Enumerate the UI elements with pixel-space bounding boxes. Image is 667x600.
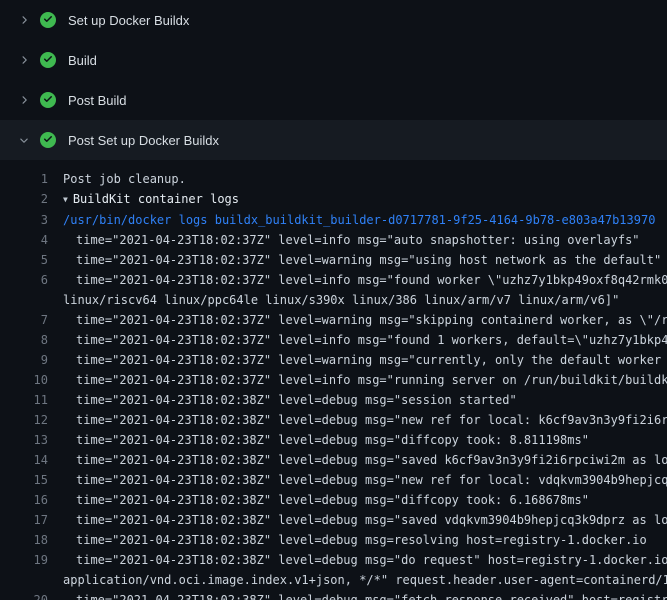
check-circle-icon <box>40 52 56 68</box>
log-text: application/vnd.oci.image.index.v1+json,… <box>48 570 667 590</box>
log-line[interactable]: 4 time="2021-04-23T18:02:37Z" level=info… <box>0 230 667 250</box>
line-number[interactable]: 1 <box>0 169 48 189</box>
log-line[interactable]: 3 /usr/bin/docker logs buildx_buildkit_b… <box>0 210 667 230</box>
check-circle-icon <box>40 132 56 148</box>
line-number[interactable]: 19 <box>0 550 48 570</box>
line-number[interactable]: 16 <box>0 490 48 510</box>
log-text: time="2021-04-23T18:02:38Z" level=debug … <box>48 410 667 430</box>
line-number[interactable]: 5 <box>0 250 48 270</box>
log-text: time="2021-04-23T18:02:37Z" level=warnin… <box>48 250 661 270</box>
step-section-label: Post Set up Docker Buildx <box>68 133 219 148</box>
chevron-icon[interactable] <box>16 52 32 68</box>
check-circle-icon <box>40 92 56 108</box>
step-section-label: Set up Docker Buildx <box>68 13 189 28</box>
log-text: time="2021-04-23T18:02:37Z" level=info m… <box>48 270 667 290</box>
log-text: time="2021-04-23T18:02:37Z" level=info m… <box>48 330 667 350</box>
log-line[interactable]: 13 time="2021-04-23T18:02:38Z" level=deb… <box>0 430 667 450</box>
log-line[interactable]: 11 time="2021-04-23T18:02:38Z" level=deb… <box>0 390 667 410</box>
log-line[interactable]: linux/riscv64 linux/ppc64le linux/s390x … <box>0 290 667 310</box>
log-line[interactable]: 8 time="2021-04-23T18:02:37Z" level=info… <box>0 330 667 350</box>
log-text: time="2021-04-23T18:02:38Z" level=debug … <box>48 470 667 490</box>
line-number[interactable]: 7 <box>0 310 48 330</box>
step-section-header-1[interactable]: Set up Docker Buildx <box>0 0 667 40</box>
actions-log-viewer: Set up Docker Buildx Build P <box>0 0 667 600</box>
log-line[interactable]: 7 time="2021-04-23T18:02:37Z" level=warn… <box>0 310 667 330</box>
log-area: 1 Post job cleanup. 2 ▼BuildKit containe… <box>0 160 667 600</box>
chevron-icon[interactable] <box>16 132 32 148</box>
log-line[interactable]: 18 time="2021-04-23T18:02:38Z" level=deb… <box>0 530 667 550</box>
line-number[interactable]: 6 <box>0 270 48 290</box>
log-text: time="2021-04-23T18:02:38Z" level=debug … <box>48 430 589 450</box>
step-section-header-3[interactable]: Post Build <box>0 80 667 120</box>
log-line[interactable]: 10 time="2021-04-23T18:02:37Z" level=inf… <box>0 370 667 390</box>
line-number[interactable]: 4 <box>0 230 48 250</box>
chevron-icon[interactable] <box>16 92 32 108</box>
step-section-label: Build <box>68 53 97 68</box>
line-number[interactable]: 10 <box>0 370 48 390</box>
line-number[interactable]: 15 <box>0 470 48 490</box>
line-number[interactable]: 12 <box>0 410 48 430</box>
line-number[interactable]: 8 <box>0 330 48 350</box>
log-text: time="2021-04-23T18:02:38Z" level=debug … <box>48 450 667 470</box>
step-section-header-2[interactable]: Build <box>0 40 667 80</box>
log-text: Post job cleanup. <box>48 169 186 189</box>
log-text: time="2021-04-23T18:02:37Z" level=warnin… <box>48 310 667 330</box>
log-line[interactable]: 20 time="2021-04-23T18:02:38Z" level=deb… <box>0 590 667 600</box>
log-text: /usr/bin/docker logs buildx_buildkit_bui… <box>48 210 655 230</box>
line-number[interactable]: 3 <box>0 210 48 230</box>
log-text: time="2021-04-23T18:02:38Z" level=debug … <box>48 590 667 600</box>
log-text: time="2021-04-23T18:02:38Z" level=debug … <box>48 550 667 570</box>
steps-list: Set up Docker Buildx Build P <box>0 0 667 160</box>
log-line[interactable]: 14 time="2021-04-23T18:02:38Z" level=deb… <box>0 450 667 470</box>
log-text: time="2021-04-23T18:02:37Z" level=warnin… <box>48 350 667 370</box>
log-line[interactable]: 1 Post job cleanup. <box>0 169 667 189</box>
log-text: time="2021-04-23T18:02:38Z" level=debug … <box>48 530 647 550</box>
log-text: time="2021-04-23T18:02:38Z" level=debug … <box>48 510 667 530</box>
log-line[interactable]: 19 time="2021-04-23T18:02:38Z" level=deb… <box>0 550 667 570</box>
log-text: ▼BuildKit container logs <box>48 189 239 210</box>
group-toggle-icon[interactable]: ▼ <box>63 195 68 204</box>
chevron-icon[interactable] <box>16 12 32 28</box>
line-number[interactable]: 11 <box>0 390 48 410</box>
log-line[interactable]: 17 time="2021-04-23T18:02:38Z" level=deb… <box>0 510 667 530</box>
line-number[interactable]: 13 <box>0 430 48 450</box>
check-circle-icon <box>40 12 56 28</box>
log-text: linux/riscv64 linux/ppc64le linux/s390x … <box>48 290 619 310</box>
log-line[interactable]: 9 time="2021-04-23T18:02:37Z" level=warn… <box>0 350 667 370</box>
log-line[interactable]: 2 ▼BuildKit container logs <box>0 189 667 210</box>
log-line[interactable]: 12 time="2021-04-23T18:02:38Z" level=deb… <box>0 410 667 430</box>
line-number[interactable] <box>0 290 48 310</box>
line-number[interactable]: 2 <box>0 189 48 210</box>
line-number[interactable]: 18 <box>0 530 48 550</box>
log-line[interactable]: application/vnd.oci.image.index.v1+json,… <box>0 570 667 590</box>
step-section-label: Post Build <box>68 93 127 108</box>
log-line[interactable]: 5 time="2021-04-23T18:02:37Z" level=warn… <box>0 250 667 270</box>
line-number[interactable]: 9 <box>0 350 48 370</box>
log-text: time="2021-04-23T18:02:38Z" level=debug … <box>48 390 517 410</box>
line-number[interactable]: 14 <box>0 450 48 470</box>
log-line[interactable]: 6 time="2021-04-23T18:02:37Z" level=info… <box>0 270 667 290</box>
line-number[interactable]: 17 <box>0 510 48 530</box>
line-number[interactable] <box>0 570 48 590</box>
log-text: time="2021-04-23T18:02:37Z" level=info m… <box>48 370 667 390</box>
line-number[interactable]: 20 <box>0 590 48 600</box>
log-line[interactable]: 16 time="2021-04-23T18:02:38Z" level=deb… <box>0 490 667 510</box>
log-text: time="2021-04-23T18:02:37Z" level=info m… <box>48 230 640 250</box>
step-section-header-4[interactable]: Post Set up Docker Buildx <box>0 120 667 160</box>
log-line[interactable]: 15 time="2021-04-23T18:02:38Z" level=deb… <box>0 470 667 490</box>
log-text: time="2021-04-23T18:02:38Z" level=debug … <box>48 490 589 510</box>
